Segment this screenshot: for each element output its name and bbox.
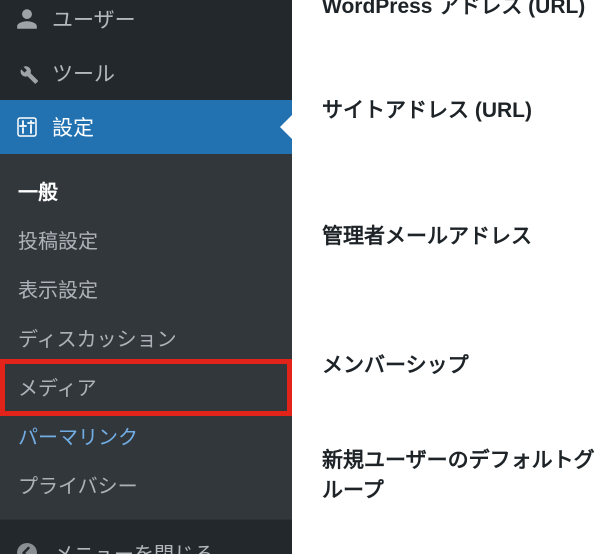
collapse-menu[interactable]: メニューを閉じる: [0, 519, 292, 554]
sidebar-item-users[interactable]: ユーザー: [0, 0, 292, 46]
field-label-membership: メンバーシップ: [322, 351, 600, 381]
wrench-icon: [14, 60, 40, 86]
submenu-label: パーマリンク: [18, 427, 138, 449]
submenu-label: メディア: [18, 378, 97, 400]
submenu-item-discussion[interactable]: ディスカッション: [0, 313, 292, 362]
settings-submenu: 一般 投稿設定 表示設定 ディスカッション メディア パーマリンク プライバシー: [0, 154, 292, 519]
sidebar-item-tools[interactable]: ツール: [0, 46, 292, 100]
field-label-wp-address: WordPress アドレス (URL): [322, 0, 600, 22]
sidebar-item-label: ツール: [52, 58, 115, 88]
submenu-item-general[interactable]: 一般: [0, 166, 292, 215]
sidebar-item-label: 設定: [52, 112, 94, 142]
submenu-item-privacy[interactable]: プライバシー: [0, 460, 292, 509]
submenu-label: 投稿設定: [18, 231, 98, 253]
sliders-icon: [14, 114, 40, 140]
submenu-label: ディスカッション: [18, 329, 177, 351]
submenu-label: 一般: [18, 182, 58, 204]
submenu-label: 表示設定: [18, 280, 98, 302]
submenu-item-writing[interactable]: 投稿設定: [0, 215, 292, 264]
sidebar-item-settings[interactable]: 設定: [0, 100, 292, 154]
submenu-item-media[interactable]: メディア: [0, 362, 292, 411]
submenu-item-reading[interactable]: 表示設定: [0, 264, 292, 313]
submenu-item-permalinks[interactable]: パーマリンク: [0, 411, 292, 460]
collapse-icon: [14, 540, 40, 554]
collapse-label: メニューを閉じる: [54, 538, 214, 554]
field-label-site-address: サイトアドレス (URL): [322, 96, 600, 126]
field-label-default-role: 新規ユーザーのデフォルトグループ: [322, 446, 600, 507]
settings-form: WordPress アドレス (URL) サイトアドレス (URL) 管理者メー…: [292, 0, 600, 554]
user-icon: [14, 6, 40, 32]
sidebar-item-label: ユーザー: [52, 4, 136, 34]
field-label-admin-email: 管理者メールアドレス: [322, 222, 600, 252]
admin-sidebar: ユーザー ツール 設定 一般 投稿設定 表示設定 ディスカッション メディア パ…: [0, 0, 292, 554]
submenu-label: プライバシー: [18, 476, 138, 498]
